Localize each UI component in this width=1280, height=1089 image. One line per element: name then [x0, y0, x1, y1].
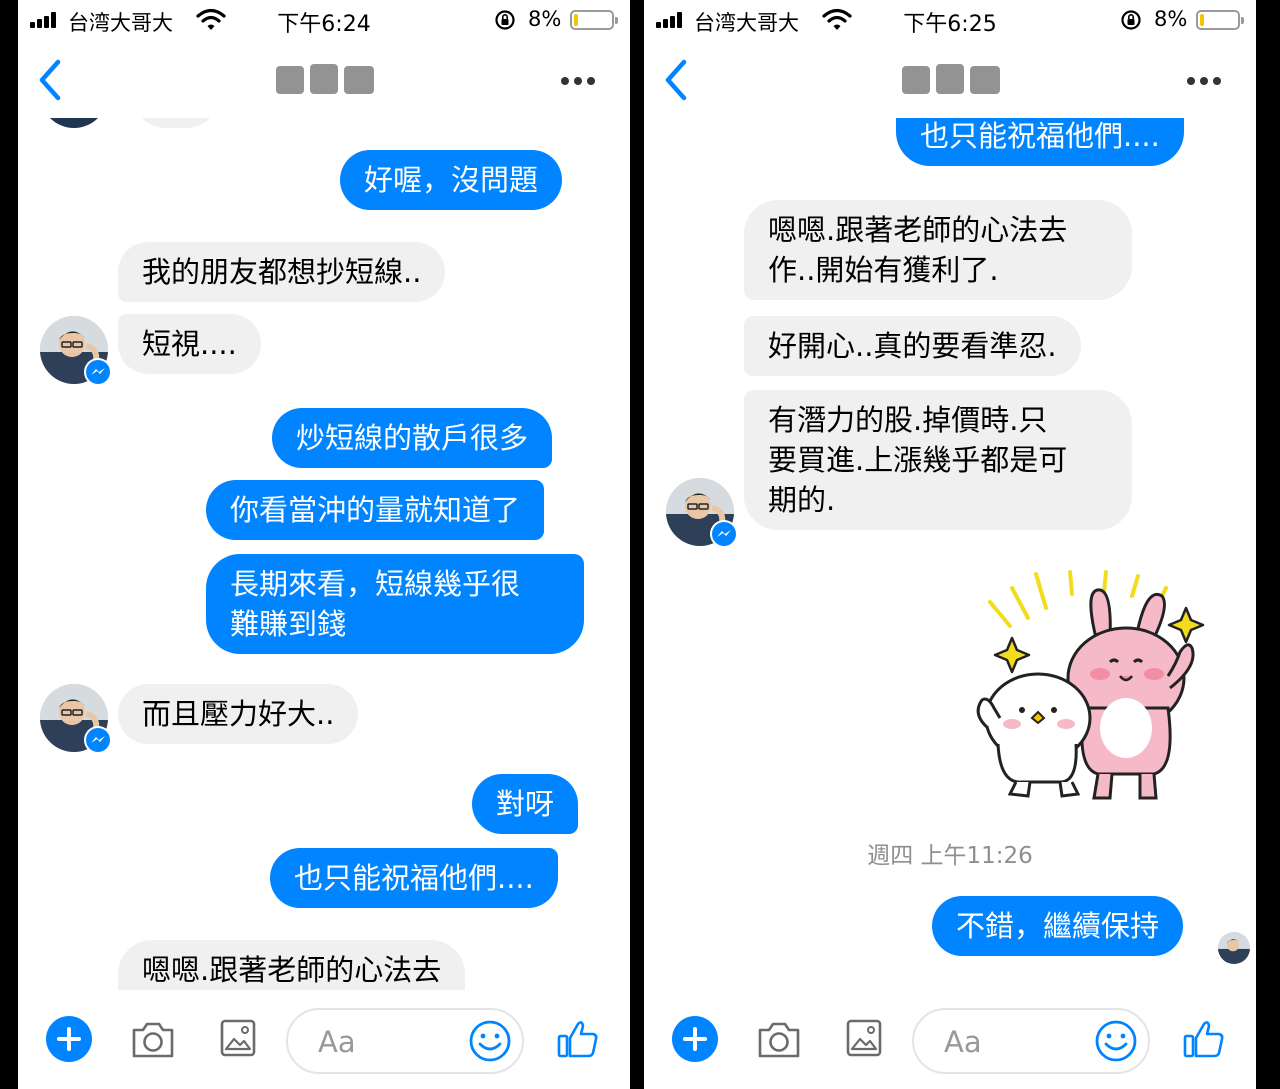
emoji-icon[interactable] [1094, 1019, 1138, 1063]
message-thread[interactable]: 也只能祝福他們.... 嗯嗯.跟著老師的心法去 作..開始有獲利了. 好開心..… [644, 118, 1256, 990]
contact-avatar[interactable] [40, 684, 112, 754]
camera-icon[interactable] [130, 1018, 176, 1060]
battery-percent: 8% [528, 7, 562, 31]
chat-header [644, 42, 1256, 118]
chat-screen-left: 台湾大哥大 下午6:24 8% 好喔，沒問題 我的朋友都想抄短線.. 短視...… [18, 0, 630, 1089]
message-bubble-outgoing[interactable]: 也只能祝福他們.... [270, 848, 558, 908]
message-bubble-outgoing[interactable]: 不錯，繼續保持 [932, 896, 1184, 956]
contact-avatar[interactable] [666, 478, 738, 548]
battery-icon [570, 10, 618, 30]
message-bubble-incoming[interactable]: 好開心..真的要看準忍. [744, 316, 1081, 376]
message-input-placeholder: Aa [944, 1025, 982, 1059]
contact-avatar-partial [40, 118, 108, 128]
chat-header [18, 42, 630, 118]
sticker-image[interactable] [976, 568, 1220, 804]
back-chevron-icon[interactable] [660, 56, 690, 104]
messenger-badge-icon [710, 520, 738, 548]
message-bubble-incoming[interactable]: 而且壓力好大.. [118, 684, 359, 744]
more-options-icon[interactable] [558, 66, 598, 96]
message-timestamp: 週四 上午11:26 [867, 843, 1033, 869]
message-bubble-partial [132, 118, 220, 128]
rotation-lock-icon [1121, 10, 1141, 30]
add-button[interactable] [46, 1016, 92, 1062]
back-chevron-icon[interactable] [34, 56, 64, 104]
composer-bar: Aa [644, 990, 1256, 1089]
contact-name-blurred[interactable] [276, 60, 374, 100]
camera-icon[interactable] [756, 1018, 802, 1060]
status-bar: 台湾大哥大 下午6:24 8% [18, 0, 630, 40]
message-bubble-incoming[interactable]: 有潛力的股.掉價時.只 要買進.上漲幾乎都是可 期的. [744, 390, 1132, 530]
chat-screen-right: 台湾大哥大 下午6:25 8% 也只能祝福他們.... 嗯嗯.跟著老師的心法去 … [644, 0, 1256, 1089]
rotation-lock-icon [495, 10, 515, 30]
battery-percent: 8% [1154, 7, 1188, 31]
contact-avatar[interactable] [40, 316, 112, 386]
composer-bar: Aa [18, 990, 630, 1089]
thumbs-up-icon[interactable] [556, 1016, 600, 1060]
battery-icon [1196, 10, 1244, 30]
message-bubble-outgoing[interactable]: 對呀 [472, 774, 579, 834]
status-bar: 台湾大哥大 下午6:25 8% [644, 0, 1256, 40]
read-receipt-avatar [1218, 932, 1250, 964]
image-icon[interactable] [846, 1019, 882, 1057]
thumbs-up-icon[interactable] [1182, 1016, 1226, 1060]
message-bubble-incoming[interactable]: 嗯嗯.跟著老師的心法去 作..開始有獲利了. [744, 200, 1132, 300]
message-bubble-outgoing[interactable]: 炒短線的散戶很多 [272, 408, 553, 468]
add-button[interactable] [672, 1016, 718, 1062]
messenger-badge-icon [84, 358, 112, 386]
more-options-icon[interactable] [1184, 66, 1224, 96]
image-icon[interactable] [220, 1019, 256, 1057]
message-thread[interactable]: 好喔，沒問題 我的朋友都想抄短線.. 短視.... 炒短線的散戶很多 你看當沖的… [18, 118, 630, 990]
emoji-icon[interactable] [468, 1019, 512, 1063]
message-bubble-incoming[interactable]: 短視.... [118, 314, 261, 374]
message-bubble-outgoing[interactable]: 好喔，沒問題 [340, 150, 563, 210]
contact-name-blurred[interactable] [902, 60, 1000, 100]
message-bubble-outgoing[interactable]: 你看當沖的量就知道了 [206, 480, 545, 540]
message-bubble-outgoing[interactable]: 也只能祝福他們.... [896, 118, 1184, 166]
messenger-badge-icon [84, 726, 112, 754]
message-bubble-incoming[interactable]: 我的朋友都想抄短線.. [118, 242, 446, 302]
message-bubble-incoming[interactable]: 嗯嗯.跟著老師的心法去 [118, 940, 466, 990]
message-bubble-outgoing[interactable]: 長期來看，短線幾乎很 難賺到錢 [206, 554, 584, 654]
message-input-placeholder: Aa [318, 1025, 356, 1059]
